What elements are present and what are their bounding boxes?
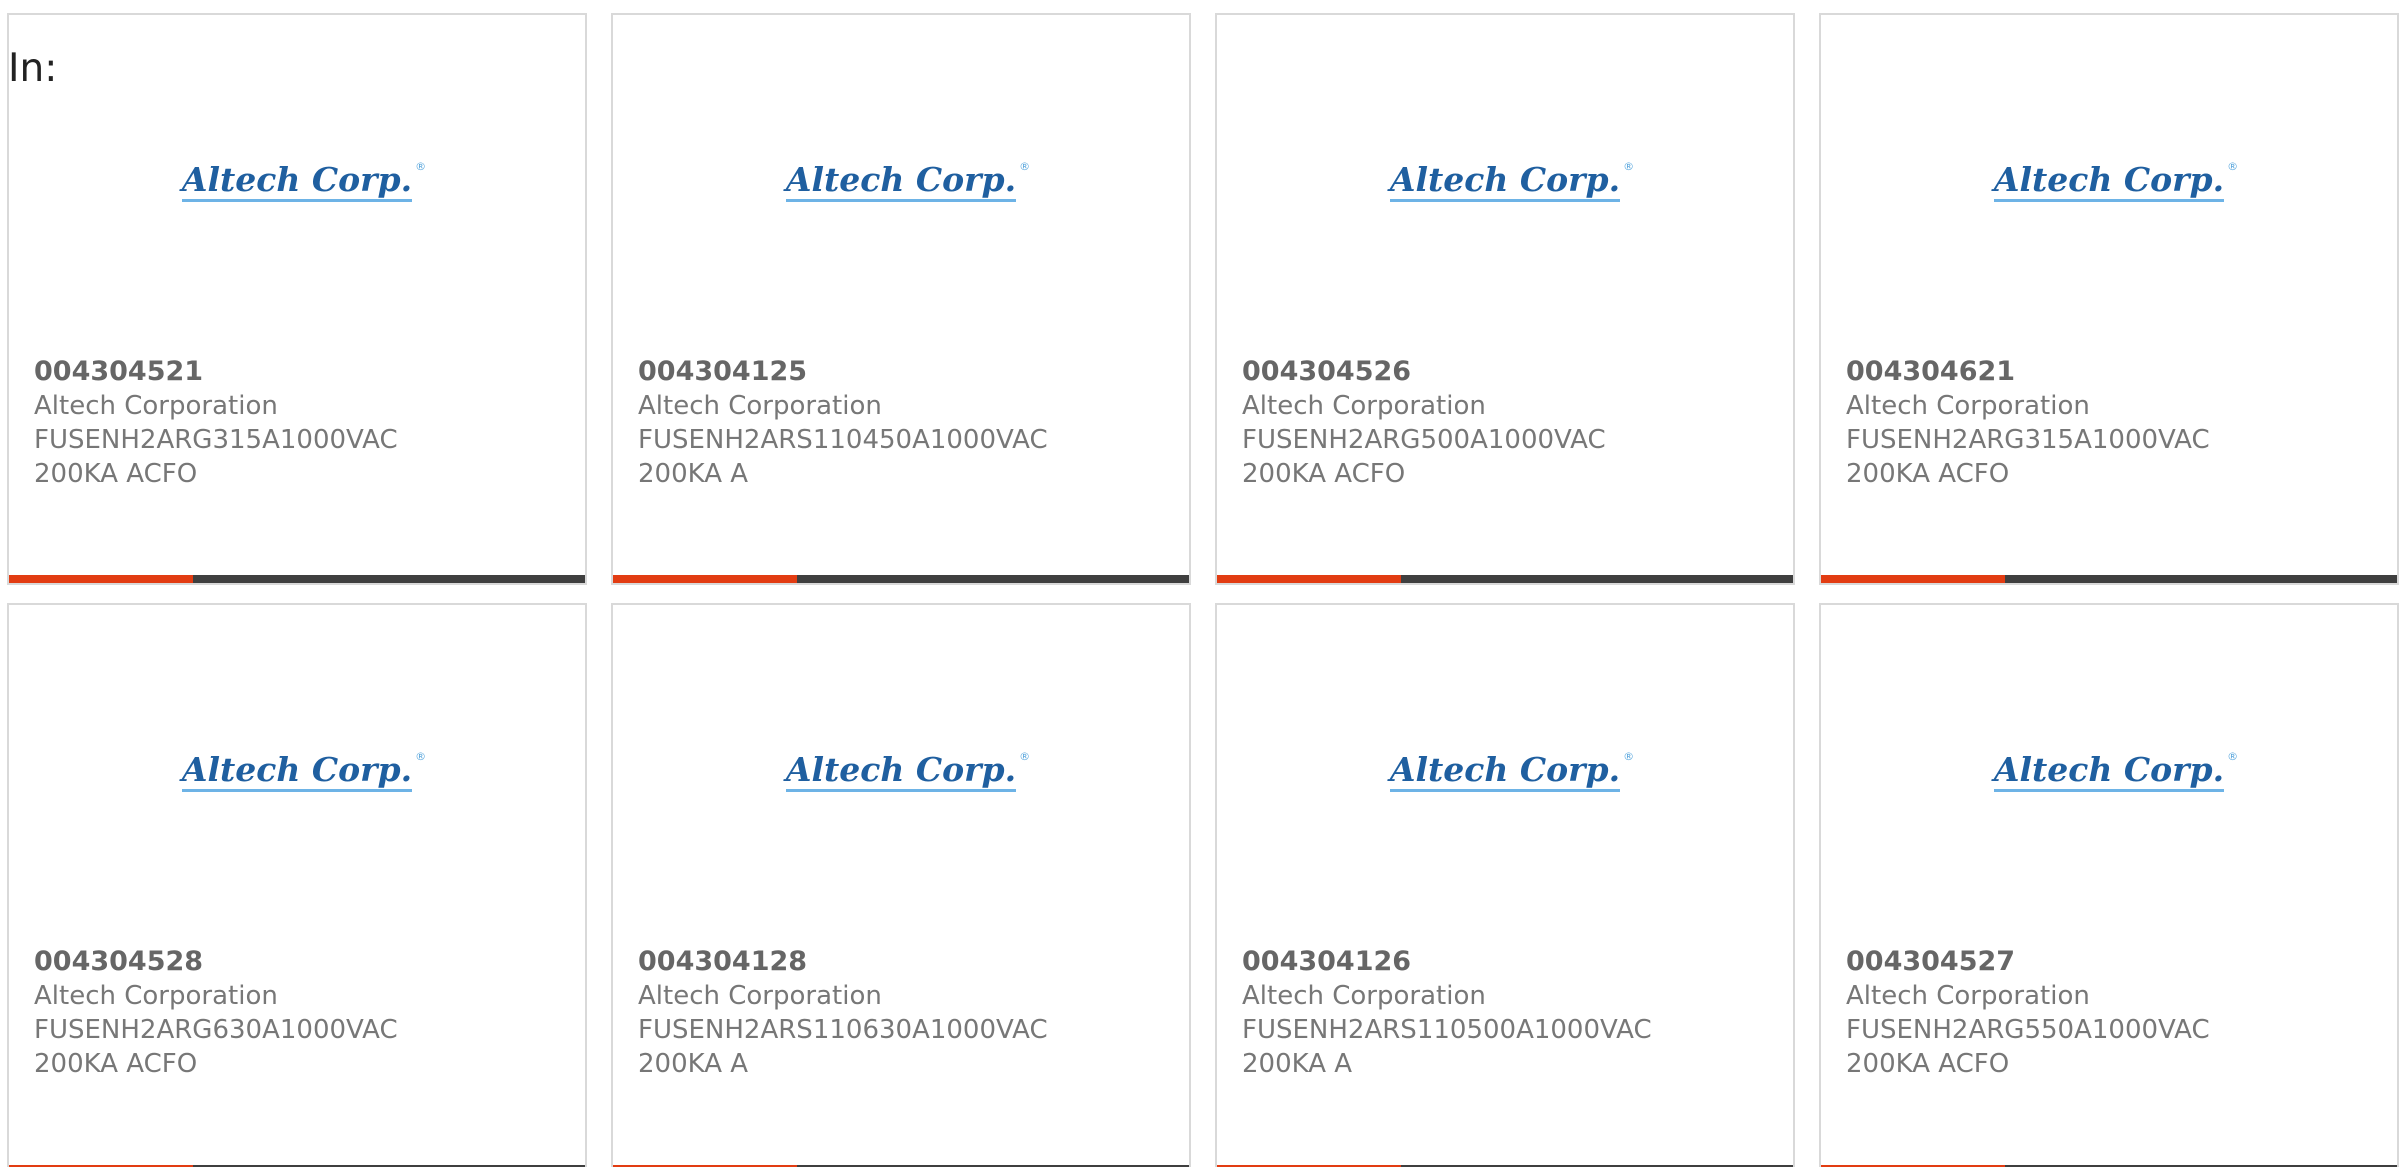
product-description-line2: 200KA ACFO — [34, 459, 198, 489]
part-number[interactable]: 004304528 — [34, 945, 565, 979]
product-grid: Altech Corp. ® 004304521 Altech Corporat… — [7, 13, 2399, 1167]
product-description-line1: FUSENH2ARG550A1000VAC — [1846, 1015, 2210, 1045]
brand-logo-text: Altech Corp. — [785, 750, 1017, 789]
brand-logo-mark: Altech Corp. ® — [181, 160, 426, 202]
card-progress-bar — [1821, 575, 2397, 583]
brand-logo-mark: Altech Corp. ® — [181, 750, 426, 792]
brand-logo-text: Altech Corp. — [1389, 750, 1621, 789]
manufacturer-name: Altech Corporation — [1242, 981, 1486, 1011]
product-description-line2: 200KA A — [1242, 1049, 1353, 1079]
manufacturer-name: Altech Corporation — [638, 981, 882, 1011]
product-description-line1: FUSENH2ARS110500A1000VAC — [1242, 1015, 1652, 1045]
brand-logo-underline — [1993, 789, 2225, 792]
product-description-line2: 200KA A — [638, 459, 749, 489]
product-description-line1: FUSENH2ARS110630A1000VAC — [638, 1015, 1048, 1045]
product-description-line2: 200KA A — [638, 1049, 749, 1079]
product-info: 004304528 Altech Corporation FUSENH2ARG6… — [34, 945, 565, 1081]
brand-logo: Altech Corp. ® — [1821, 160, 2397, 202]
brand-logo-underline — [1389, 789, 1621, 792]
product-card[interactable]: Altech Corp. ® 004304128 Altech Corporat… — [611, 603, 1191, 1167]
card-progress-fill — [9, 575, 194, 583]
brand-logo-mark: Altech Corp. ® — [1389, 750, 1634, 792]
product-info: 004304527 Altech Corporation FUSENH2ARG5… — [1846, 945, 2377, 1081]
product-description-line1: FUSENH2ARS110450A1000VAC — [638, 425, 1048, 455]
manufacturer-name: Altech Corporation — [1242, 391, 1486, 421]
product-card[interactable]: Altech Corp. ® 004304526 Altech Corporat… — [1215, 13, 1795, 585]
brand-logo: Altech Corp. ® — [1821, 750, 2397, 792]
product-info: 004304126 Altech Corporation FUSENH2ARS1… — [1242, 945, 1773, 1081]
manufacturer-name: Altech Corporation — [34, 391, 278, 421]
manufacturer-name: Altech Corporation — [1846, 391, 2090, 421]
card-progress-fill — [613, 575, 798, 583]
product-info: 004304125 Altech Corporation FUSENH2ARS1… — [638, 355, 1169, 491]
page: In: Altech Corp. ® 004304521 Altech Corp… — [0, 0, 2400, 1167]
brand-logo: Altech Corp. ® — [9, 750, 585, 792]
part-number[interactable]: 004304621 — [1846, 355, 2377, 389]
part-number[interactable]: 004304125 — [638, 355, 1169, 389]
brand-logo-underline — [181, 789, 413, 792]
brand-logo: Altech Corp. ® — [613, 750, 1189, 792]
brand-logo: Altech Corp. ® — [9, 160, 585, 202]
product-info: 004304621 Altech Corporation FUSENH2ARG3… — [1846, 355, 2377, 491]
product-description-line1: FUSENH2ARG500A1000VAC — [1242, 425, 1606, 455]
registered-mark-icon: ® — [1019, 750, 1031, 763]
product-info: 004304526 Altech Corporation FUSENH2ARG5… — [1242, 355, 1773, 491]
card-progress-bar — [1217, 575, 1793, 583]
product-info: 004304128 Altech Corporation FUSENH2ARS1… — [638, 945, 1169, 1081]
product-description-line2: 200KA ACFO — [1846, 459, 2010, 489]
registered-mark-icon: ® — [2227, 160, 2239, 173]
brand-logo-mark: Altech Corp. ® — [785, 160, 1030, 202]
card-progress-fill — [1217, 575, 1402, 583]
brand-logo-underline — [181, 199, 413, 202]
brand-logo-underline — [1389, 199, 1621, 202]
product-description-line1: FUSENH2ARG315A1000VAC — [1846, 425, 2210, 455]
card-progress-fill — [1821, 575, 2006, 583]
brand-logo-text: Altech Corp. — [181, 750, 413, 789]
brand-logo-mark: Altech Corp. ® — [785, 750, 1030, 792]
product-card[interactable]: Altech Corp. ® 004304126 Altech Corporat… — [1215, 603, 1795, 1167]
product-card[interactable]: Altech Corp. ® 004304521 Altech Corporat… — [7, 13, 587, 585]
brand-logo-text: Altech Corp. — [1993, 750, 2225, 789]
brand-logo-mark: Altech Corp. ® — [1993, 160, 2238, 202]
product-card[interactable]: Altech Corp. ® 004304527 Altech Corporat… — [1819, 603, 2399, 1167]
brand-logo-mark: Altech Corp. ® — [1993, 750, 2238, 792]
registered-mark-icon: ® — [1623, 160, 1635, 173]
registered-mark-icon: ® — [415, 750, 427, 763]
product-info: 004304521 Altech Corporation FUSENH2ARG3… — [34, 355, 565, 491]
product-card[interactable]: Altech Corp. ® 004304125 Altech Corporat… — [611, 13, 1191, 585]
product-description-line2: 200KA ACFO — [1242, 459, 1406, 489]
brand-logo-text: Altech Corp. — [181, 160, 413, 199]
brand-logo-mark: Altech Corp. ® — [1389, 160, 1634, 202]
in-label: In: — [8, 46, 58, 91]
product-description-line2: 200KA ACFO — [34, 1049, 198, 1079]
part-number[interactable]: 004304521 — [34, 355, 565, 389]
brand-logo-text: Altech Corp. — [1389, 160, 1621, 199]
product-card[interactable]: Altech Corp. ® 004304528 Altech Corporat… — [7, 603, 587, 1167]
manufacturer-name: Altech Corporation — [34, 981, 278, 1011]
brand-logo-underline — [785, 789, 1017, 792]
product-description-line1: FUSENH2ARG315A1000VAC — [34, 425, 398, 455]
part-number[interactable]: 004304526 — [1242, 355, 1773, 389]
part-number[interactable]: 004304126 — [1242, 945, 1773, 979]
brand-logo-text: Altech Corp. — [785, 160, 1017, 199]
manufacturer-name: Altech Corporation — [638, 391, 882, 421]
registered-mark-icon: ® — [1623, 750, 1635, 763]
manufacturer-name: Altech Corporation — [1846, 981, 2090, 1011]
product-card[interactable]: Altech Corp. ® 004304621 Altech Corporat… — [1819, 13, 2399, 585]
brand-logo: Altech Corp. ® — [1217, 750, 1793, 792]
card-progress-bar — [9, 575, 585, 583]
product-description-line1: FUSENH2ARG630A1000VAC — [34, 1015, 398, 1045]
registered-mark-icon: ® — [1019, 160, 1031, 173]
registered-mark-icon: ® — [2227, 750, 2239, 763]
brand-logo: Altech Corp. ® — [613, 160, 1189, 202]
registered-mark-icon: ® — [415, 160, 427, 173]
product-description-line2: 200KA ACFO — [1846, 1049, 2010, 1079]
part-number[interactable]: 004304527 — [1846, 945, 2377, 979]
part-number[interactable]: 004304128 — [638, 945, 1169, 979]
card-progress-bar — [613, 575, 1189, 583]
brand-logo-underline — [785, 199, 1017, 202]
brand-logo-underline — [1993, 199, 2225, 202]
brand-logo-text: Altech Corp. — [1993, 160, 2225, 199]
brand-logo: Altech Corp. ® — [1217, 160, 1793, 202]
